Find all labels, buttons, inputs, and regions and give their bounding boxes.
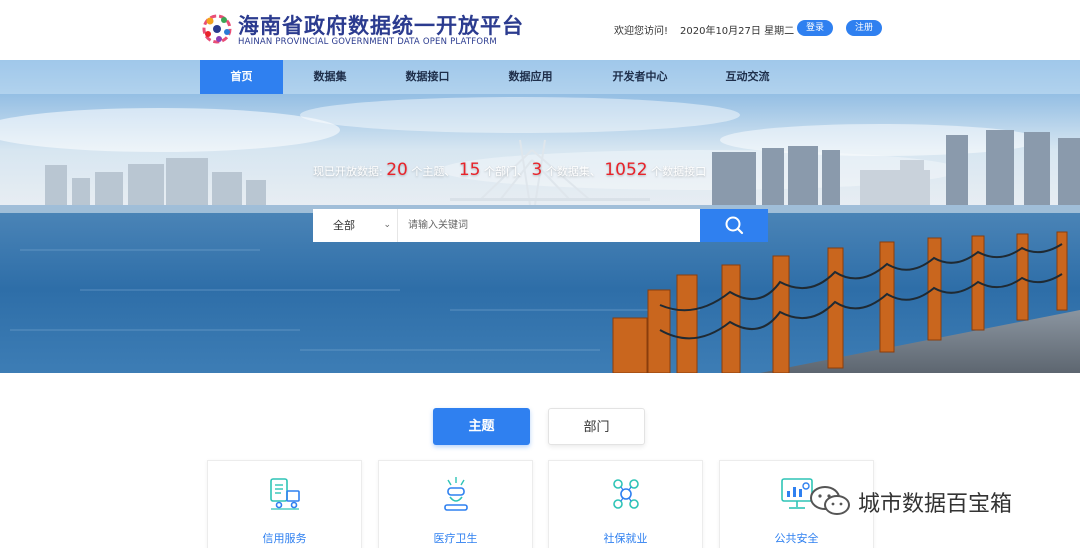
medical-icon <box>444 477 468 511</box>
category-card-credit[interactable]: 信用服务 <box>207 460 362 548</box>
date-text: 2020年10月27日 星期二 <box>680 26 795 37</box>
stats-datasets-count: 3 <box>531 160 543 180</box>
logo-title[interactable]: 海南省政府数据统一开放平台 <box>238 10 524 40</box>
tab-theme[interactable]: 主题 <box>433 408 530 445</box>
wechat-icon <box>810 486 850 515</box>
nav-item-interaction[interactable]: 互动交流 <box>705 60 790 94</box>
tab-department[interactable]: 部门 <box>548 408 645 445</box>
search-icon <box>725 216 744 235</box>
watermark-text: 城市数据百宝箱 <box>858 492 1013 517</box>
category-card-medical[interactable]: 医疗卫生 <box>378 460 533 548</box>
nav-item-data-api[interactable]: 数据接口 <box>385 60 470 94</box>
stats-datasets-unit: 个数据集、 <box>545 165 601 178</box>
main-nav: 首页 数据集 数据接口 数据应用 开发者中心 互动交流 <box>0 60 1080 94</box>
search-scope-value: 全部 <box>333 219 355 232</box>
credit-truck-icon <box>270 478 300 510</box>
nav-item-home[interactable]: 首页 <box>200 60 283 94</box>
search-button[interactable] <box>700 209 768 242</box>
site-header: 海南省政府数据统一开放平台 HAINAN PROVINCIAL GOVERNME… <box>0 0 1080 60</box>
welcome-text: 欢迎您访问! <box>614 26 669 37</box>
stats-apis-unit: 个数据接口 <box>651 165 707 178</box>
search-input[interactable] <box>399 209 699 242</box>
stats-prefix: 现已开放数据: <box>313 165 383 178</box>
stats-departments-count: 15 <box>458 160 481 180</box>
nav-item-developer[interactable]: 开发者中心 <box>595 60 685 94</box>
chevron-down-icon: ⌄ <box>383 220 391 230</box>
category-card-label: 公共安全 <box>774 532 819 545</box>
stats-topics-count: 20 <box>386 160 408 180</box>
search-scope-select[interactable]: 全部 ⌄ <box>313 209 398 242</box>
category-card-label: 医疗卫生 <box>433 532 478 545</box>
category-card-social-security[interactable]: 社保就业 <box>548 460 703 548</box>
stats-departments-unit: 个部门、 <box>484 165 528 178</box>
stats-topics-unit: 个主题、 <box>411 165 456 178</box>
search-bar: 全部 ⌄ <box>313 209 768 242</box>
register-button[interactable]: 注册 <box>846 20 882 36</box>
login-button[interactable]: 登录 <box>797 20 833 36</box>
category-card-label: 社保就业 <box>603 532 648 545</box>
category-card-label: 信用服务 <box>262 532 307 545</box>
logo-icon <box>202 14 232 44</box>
open-data-stats: 现已开放数据: 20 个主题、 15 个部门、 3 个数据集、 1052 个数据… <box>313 160 706 180</box>
nav-item-datasets[interactable]: 数据集 <box>290 60 370 94</box>
social-security-icon <box>613 479 639 509</box>
stats-apis-count: 1052 <box>604 160 648 180</box>
logo-subtitle: HAINAN PROVINCIAL GOVERNMENT DATA OPEN P… <box>238 37 497 47</box>
nav-item-data-apps[interactable]: 数据应用 <box>488 60 573 94</box>
